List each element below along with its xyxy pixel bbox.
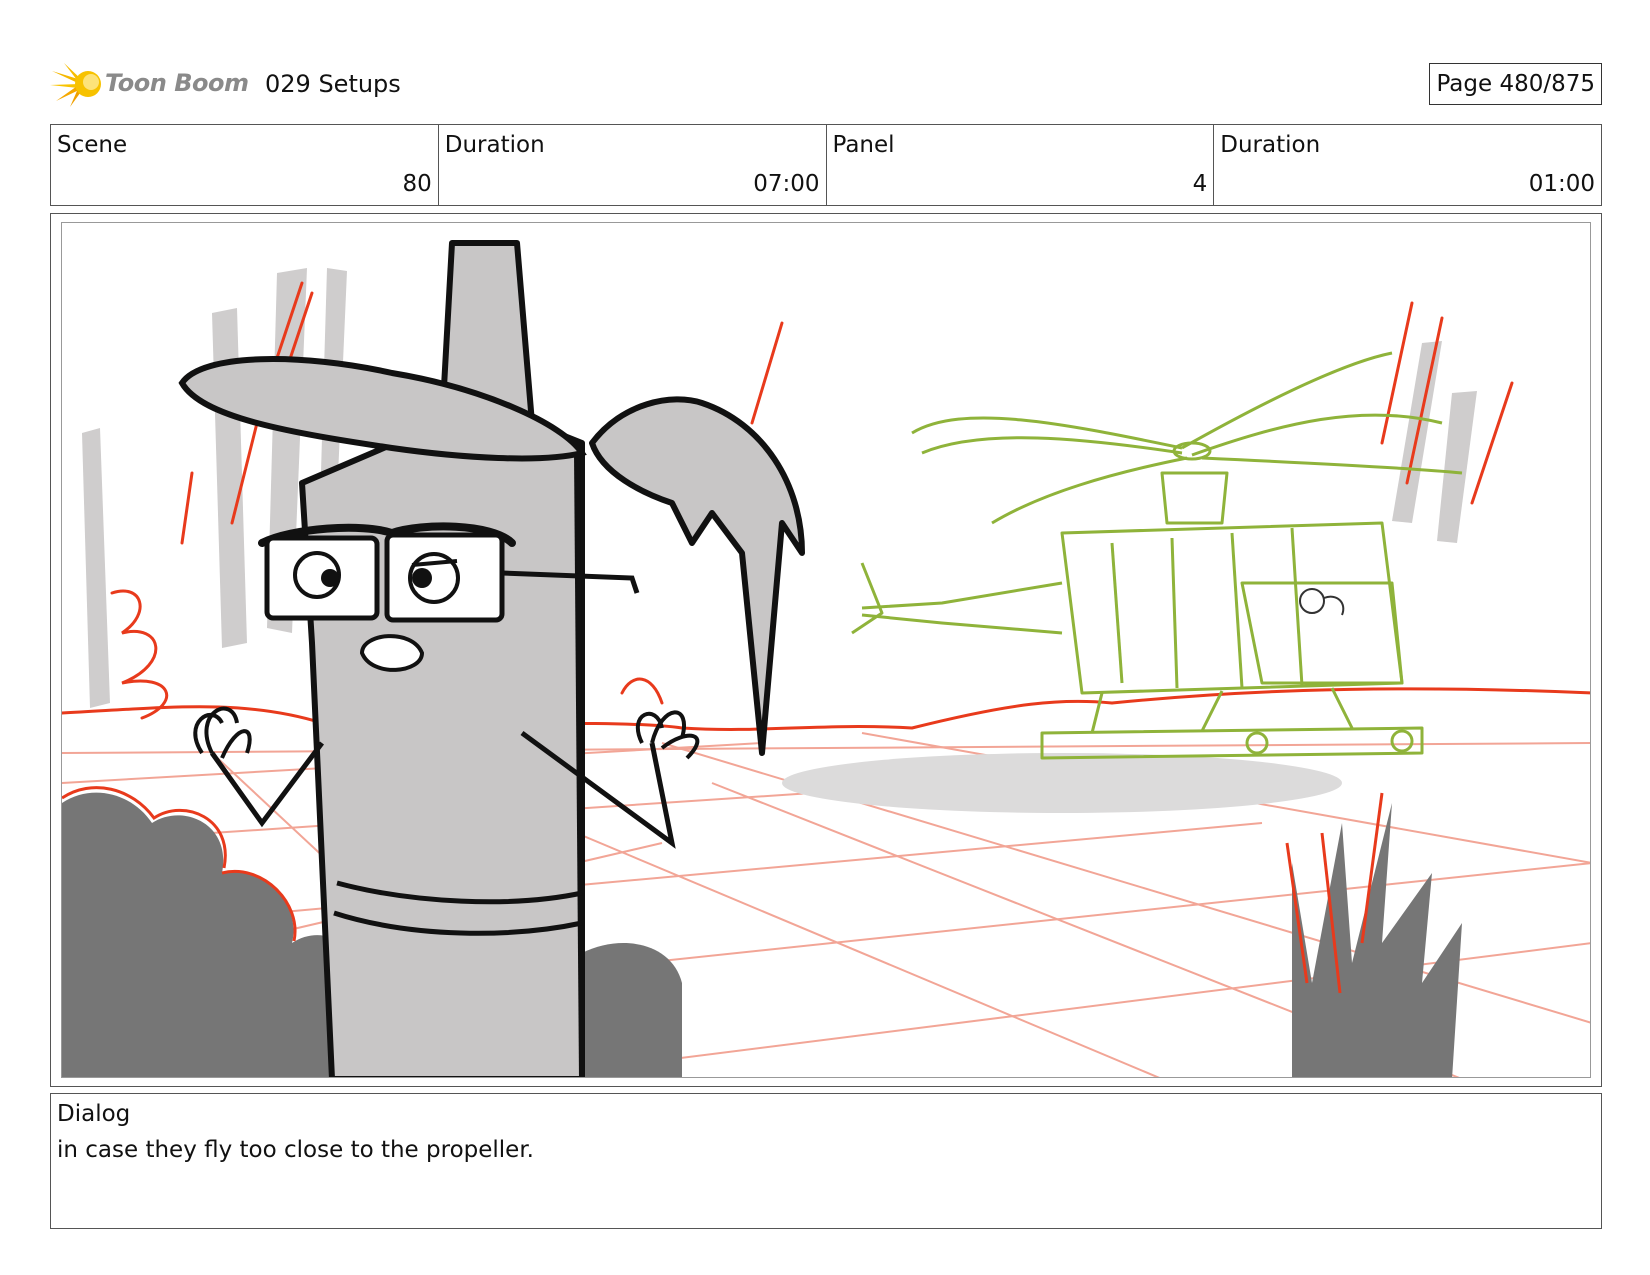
- dialog-label: Dialog: [57, 1101, 131, 1127]
- panel-duration-label: Duration: [1220, 132, 1321, 158]
- starburst-icon: [50, 63, 101, 107]
- panel-cell: Panel 4: [827, 125, 1215, 205]
- foreground-bushes: [62, 792, 1462, 1077]
- helicopter-shadow: [782, 753, 1342, 813]
- toon-boom-logo: Toon Boom: [50, 61, 250, 107]
- helicopter-sketch: [851, 351, 1463, 760]
- panel-info-table: Scene 80 Duration 07:00 Panel 4 Duration…: [50, 124, 1602, 206]
- scene-duration-cell: Duration 07:00: [439, 125, 827, 205]
- sketch-drawing: [62, 240, 1590, 1077]
- scene-duration-value: 07:00: [753, 171, 820, 197]
- panel-duration-cell: Duration 01:00: [1214, 125, 1601, 205]
- page-indicator: Page 480/875: [1429, 63, 1602, 105]
- storyboard-panel-frame: [50, 213, 1602, 1087]
- panel-value: 4: [1192, 171, 1208, 197]
- logo-text: Toon Boom: [105, 69, 249, 97]
- storyboard-panel-image: [61, 222, 1591, 1078]
- panel-duration-value: 01:00: [1528, 171, 1595, 197]
- storyboard-header: Toon Boom 029 Setups Page 480/875: [50, 55, 1602, 110]
- pilot-sketch: [1299, 588, 1345, 616]
- scene-label: Scene: [57, 132, 128, 158]
- dialog-box: Dialog in case they fly too close to the…: [50, 1093, 1602, 1229]
- scene-cell: Scene 80: [51, 125, 439, 205]
- dialog-text: in case they fly too close to the propel…: [57, 1137, 534, 1163]
- scene-duration-label: Duration: [444, 132, 545, 158]
- project-title: 029 Setups: [265, 70, 401, 98]
- panel-label: Panel: [832, 132, 895, 158]
- scene-value: 80: [402, 171, 432, 197]
